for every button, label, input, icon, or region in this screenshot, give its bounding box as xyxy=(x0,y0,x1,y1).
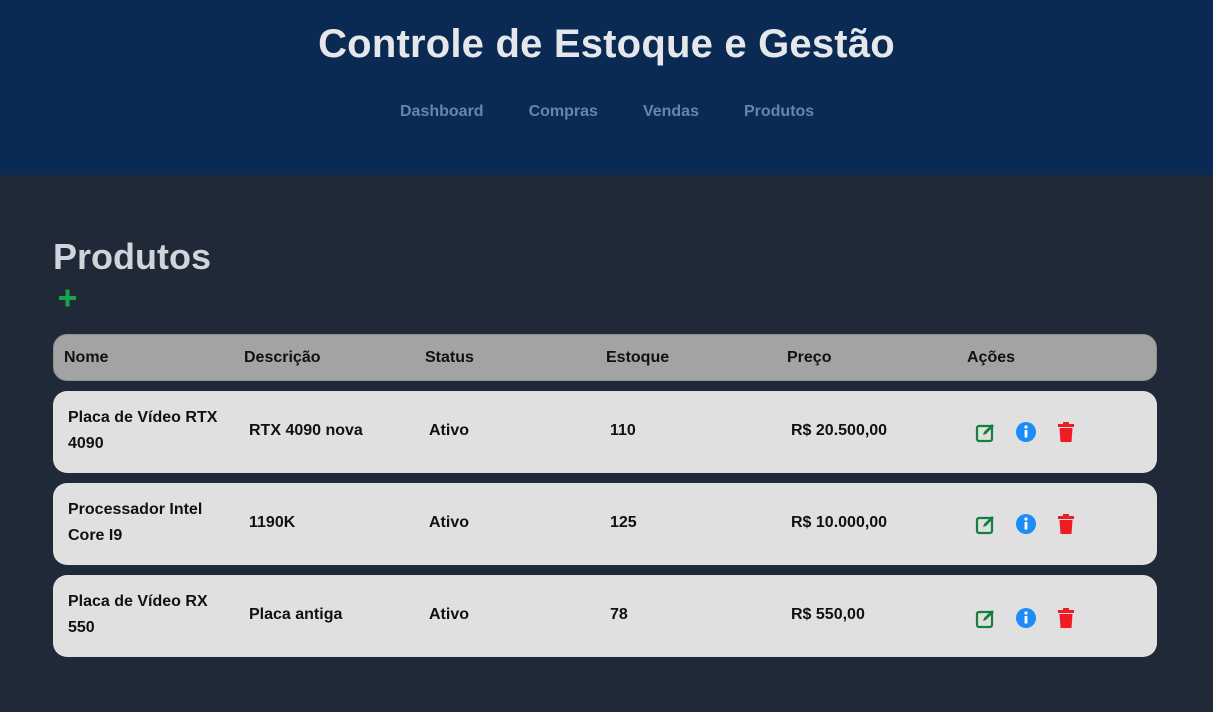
trash-icon[interactable] xyxy=(1055,421,1077,443)
cell-estoque: 125 xyxy=(610,514,637,531)
cell-descricao: 1190K xyxy=(249,514,296,531)
row-actions xyxy=(975,513,1085,535)
column-header-nome: Nome xyxy=(64,349,109,366)
cell-preco: R$ 10.000,00 xyxy=(791,514,888,531)
edit-icon[interactable] xyxy=(975,513,997,535)
row-actions xyxy=(975,607,1085,629)
cell-preco: R$ 20.500,00 xyxy=(791,422,888,439)
page-title: Produtos xyxy=(53,236,211,277)
cell-estoque: 78 xyxy=(610,606,628,623)
top-header: Controle de Estoque e Gestão Dashboard C… xyxy=(0,0,1213,175)
app-title: Controle de Estoque e Gestão xyxy=(318,22,895,66)
add-product-button[interactable] xyxy=(56,286,80,310)
plus-icon xyxy=(59,289,76,307)
trash-icon[interactable] xyxy=(1055,513,1077,535)
trash-icon[interactable] xyxy=(1055,607,1077,629)
cell-preco: R$ 550,00 xyxy=(791,606,865,623)
nav-compras[interactable]: Compras xyxy=(529,103,598,121)
nav-vendas[interactable]: Vendas xyxy=(643,103,699,121)
column-header-descricao: Descrição xyxy=(244,349,321,366)
table-row: Placa de Vídeo RTX 4090 RTX 4090 nova At… xyxy=(53,391,1157,473)
nav-dashboard[interactable]: Dashboard xyxy=(400,103,484,121)
column-header-preco: Preço xyxy=(787,349,832,366)
row-actions xyxy=(975,421,1085,443)
cell-status: Ativo xyxy=(429,606,469,623)
cell-nome: Processador Intel Core I9 xyxy=(68,501,203,544)
cell-status: Ativo xyxy=(429,422,469,439)
nav-produtos[interactable]: Produtos xyxy=(744,103,814,121)
edit-icon[interactable] xyxy=(975,607,997,629)
cell-descricao: Placa antiga xyxy=(249,606,343,623)
cell-descricao: RTX 4090 nova xyxy=(249,422,363,439)
cell-nome: Placa de Vídeo RTX 4090 xyxy=(68,409,218,452)
column-header-status: Status xyxy=(425,349,474,366)
cell-estoque: 110 xyxy=(610,422,636,439)
info-icon[interactable] xyxy=(1015,513,1037,535)
column-header-estoque: Estoque xyxy=(606,349,670,366)
table-row: Processador Intel Core I9 1190K Ativo 12… xyxy=(53,483,1157,565)
table-header: Nome Descrição Status Estoque Preço Açõe… xyxy=(53,334,1157,381)
cell-status: Ativo xyxy=(429,514,469,531)
edit-icon[interactable] xyxy=(975,421,997,443)
info-icon[interactable] xyxy=(1015,607,1037,629)
table-row: Placa de Vídeo RX 550 Placa antiga Ativo… xyxy=(53,575,1157,657)
info-icon[interactable] xyxy=(1015,421,1037,443)
cell-nome: Placa de Vídeo RX 550 xyxy=(68,593,208,636)
main-nav: Dashboard Compras Vendas Produtos xyxy=(400,103,814,121)
column-header-acoes: Ações xyxy=(967,349,1016,366)
